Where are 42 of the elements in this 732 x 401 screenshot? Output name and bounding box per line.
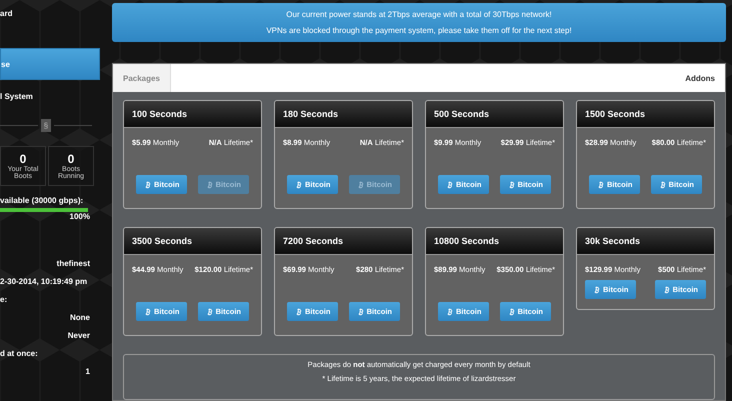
info-label: e: <box>0 295 8 304</box>
package-title: 7200 Seconds <box>275 228 412 255</box>
tab[interactable]: Packages <box>113 64 171 92</box>
capacity-label: vailable (30000 gbps): <box>0 196 84 205</box>
capacity-reading: 100% <box>68 212 91 221</box>
package-title: 30k Seconds <box>577 228 714 255</box>
bitcoin-icon <box>597 180 605 188</box>
notice-text: Our current power stands at 2Tbps average with a total of 30Tbps network! <box>286 10 552 19</box>
nav-item[interactable]: se <box>0 48 100 80</box>
package-title: 100 Seconds <box>124 101 261 128</box>
info-value: 1 <box>84 367 91 376</box>
stat-value: 0 <box>20 152 26 166</box>
package-title: 10800 Seconds <box>426 228 563 255</box>
bitcoin-icon <box>206 308 214 316</box>
bitcoin-icon <box>593 286 601 294</box>
info-value: thefinest <box>56 259 91 268</box>
bitcoin-icon <box>144 308 152 316</box>
bitcoin-icon <box>144 180 152 188</box>
bitcoin-icon <box>295 180 303 188</box>
divider-badge: § <box>40 119 52 132</box>
package-title: 3500 Seconds <box>124 228 261 255</box>
notice-text: VPNs are blocked through the payment system, please take them off for the next step! <box>266 26 572 35</box>
info-value: None <box>69 313 91 322</box>
info-label: d at once: <box>0 349 39 358</box>
package-title: 180 Seconds <box>275 101 412 128</box>
bitcoin-icon <box>508 180 516 188</box>
info-value: Never <box>66 331 91 340</box>
bitcoin-icon <box>206 180 214 188</box>
bitcoin-icon <box>356 308 365 316</box>
section-title: l System <box>0 92 34 101</box>
bitcoin-icon <box>356 180 365 188</box>
bitcoin-icon <box>446 308 454 316</box>
package-title: 500 Seconds <box>426 101 563 128</box>
info-label: 2-30-2014, 10:19:49 pm <box>0 277 88 286</box>
stat-value: 0 <box>68 152 74 166</box>
sidebar-title: ard <box>0 9 14 18</box>
package-title: 1500 Seconds <box>577 101 714 128</box>
bitcoin-icon <box>295 308 303 316</box>
bitcoin-icon <box>508 308 516 316</box>
bitcoin-icon <box>658 180 667 188</box>
bitcoin-icon <box>662 286 671 294</box>
bitcoin-icon <box>446 180 454 188</box>
